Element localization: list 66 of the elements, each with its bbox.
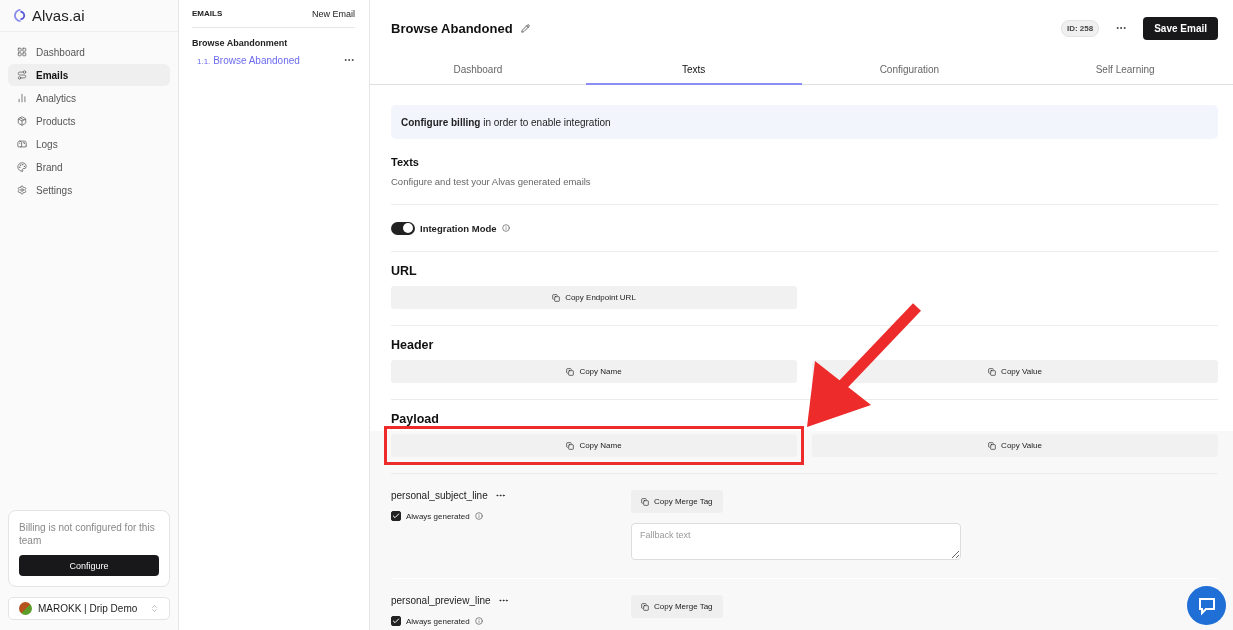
- panel-title: EMAILS: [192, 9, 223, 18]
- nav-item[interactable]: Dashboard: [8, 41, 170, 63]
- package-icon: [17, 116, 27, 126]
- banner-text: Configure billing in order to enable integration: [401, 116, 611, 128]
- section-heading: Payload: [391, 412, 440, 426]
- copy-button[interactable]: Copy Name: [391, 434, 797, 457]
- nav-item[interactable]: Settings: [8, 179, 170, 201]
- checkbox[interactable]: [391, 511, 401, 521]
- email-item[interactable]: 1.1. Browse Abandoned: [197, 54, 300, 66]
- copy-icon: [566, 367, 575, 376]
- info-icon[interactable]: [501, 224, 510, 232]
- chevrons-icon: [150, 604, 159, 613]
- copy-merge-tag-button[interactable]: Copy Merge Tag: [631, 490, 723, 513]
- email-title: Browse Abandoned: [391, 20, 513, 36]
- billing-message: Billing is not configured for this team: [19, 521, 156, 547]
- checkbox-label: Always generated: [406, 511, 470, 521]
- copy-icon: [988, 441, 997, 450]
- team-avatar: [19, 602, 32, 615]
- tab[interactable]: Self Learning: [1017, 56, 1233, 85]
- team-switcher[interactable]: MAROKK | Drip Demo: [8, 597, 170, 620]
- copy-icon: [988, 367, 997, 376]
- nav-item[interactable]: Emails: [8, 64, 170, 86]
- edit-icon[interactable]: [520, 23, 530, 33]
- copy-button[interactable]: Copy Name: [391, 360, 797, 383]
- chat-icon: [1196, 595, 1217, 616]
- fallback-text-field[interactable]: Fallback text: [631, 523, 961, 560]
- checkbox[interactable]: [391, 616, 401, 626]
- copy-button[interactable]: Copy Endpoint URL: [391, 286, 797, 309]
- nav-item[interactable]: Products: [8, 110, 170, 132]
- tray-icon: [17, 139, 27, 149]
- copy-icon: [641, 602, 649, 611]
- palette-icon: [17, 162, 27, 172]
- settings-icon: [17, 185, 27, 195]
- new-email-link[interactable]: New Email: [312, 8, 355, 19]
- checkbox-label: Always generated: [406, 616, 470, 626]
- toggle-switch[interactable]: [391, 221, 415, 235]
- group-title: Browse Abandonment: [192, 38, 289, 48]
- section-description: Configure and test your Alvas generated emails: [391, 176, 592, 187]
- id-badge: ID: 258: [1060, 19, 1100, 37]
- copy-icon: [566, 441, 575, 450]
- copy-button[interactable]: Copy Value: [812, 434, 1218, 457]
- nav-item[interactable]: Brand: [8, 156, 170, 178]
- field-name: personal_preview_line: [391, 595, 491, 606]
- grid-icon: [17, 47, 27, 57]
- copy-icon: [641, 497, 649, 506]
- info-icon[interactable]: [474, 617, 483, 625]
- info-icon[interactable]: [474, 512, 483, 520]
- route-icon: [17, 70, 27, 80]
- copy-merge-tag-button[interactable]: Copy Merge Tag: [631, 595, 723, 618]
- logo-icon: [14, 9, 27, 22]
- field-name: personal_subject_line: [391, 490, 488, 501]
- section-title: Texts: [391, 156, 420, 168]
- copy-button[interactable]: Copy Value: [812, 360, 1218, 383]
- bar-chart-icon: [17, 93, 27, 103]
- save-email-button[interactable]: Save Email: [1143, 16, 1218, 40]
- tab[interactable]: Configuration: [801, 56, 1018, 85]
- brand-name: Alvas.ai: [32, 7, 85, 24]
- tab[interactable]: Dashboard: [370, 56, 586, 85]
- configure-button[interactable]: Configure: [19, 555, 159, 576]
- tab[interactable]: Texts: [585, 56, 802, 85]
- nav-item[interactable]: Logs: [8, 133, 170, 155]
- nav-item[interactable]: Analytics: [8, 87, 170, 109]
- toggle-label: Integration Mode: [420, 222, 497, 234]
- section-heading: URL: [391, 264, 418, 278]
- section-heading: Header: [391, 338, 435, 352]
- copy-icon: [552, 293, 561, 302]
